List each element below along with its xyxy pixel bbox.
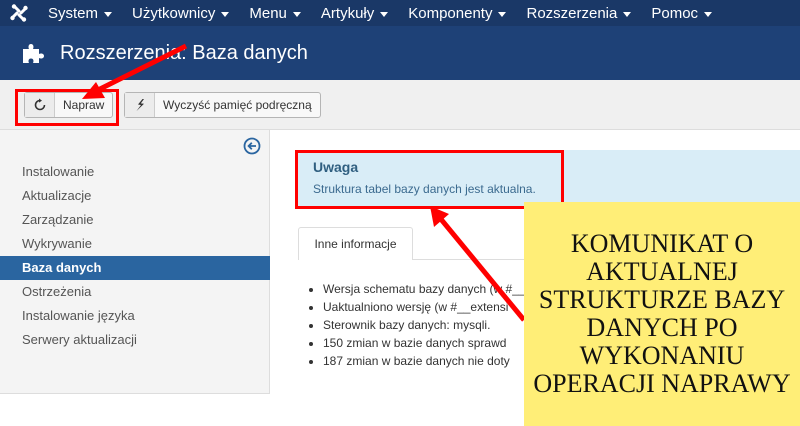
nav-label: Menu: [249, 4, 287, 22]
sidebar-item-install[interactable]: Instalowanie: [0, 160, 270, 184]
highlight-fix-button: [15, 89, 119, 126]
list-item: Uaktualniono wersję (w #__extensi: [323, 298, 526, 316]
annotation-callout: KOMUNIKAT O AKTUALNEJ STRUKTURZE BAZY DA…: [524, 202, 800, 426]
caret-down-icon: [292, 11, 301, 17]
circle-arrow-left-icon[interactable]: [243, 137, 261, 155]
info-list: Wersja schematu bazy danych (w #__ Uaktu…: [323, 280, 526, 370]
nav-label: Komponenty: [408, 4, 493, 22]
list-item: Sterownik bazy danych: mysqli.: [323, 316, 526, 334]
flash-icon: [125, 93, 155, 117]
callout-text: KOMUNIKAT O AKTUALNEJ STRUKTURZE BAZY DA…: [533, 229, 791, 398]
top-navbar: System Użytkownicy Menu Artykuły Kompone…: [0, 0, 800, 26]
caret-down-icon: [221, 11, 230, 17]
caret-down-icon: [704, 11, 713, 17]
puzzle-icon: [23, 44, 44, 63]
page: System Użytkownicy Menu Artykuły Kompone…: [0, 0, 800, 426]
nav-components[interactable]: Komponenty: [398, 0, 516, 26]
nav-help[interactable]: Pomoc: [641, 0, 722, 26]
list-item: 187 zmian w bazie danych nie doty: [323, 352, 526, 370]
caret-down-icon: [498, 11, 507, 17]
clear-cache-button[interactable]: Wyczyść pamięć podręczną: [124, 92, 321, 118]
sidebar-item-warnings[interactable]: Ostrzeżenia: [0, 280, 270, 304]
nav-label: Użytkownicy: [132, 4, 216, 22]
nav-label: Artykuły: [320, 4, 375, 22]
sidebar-item-database[interactable]: Baza danych: [0, 256, 270, 280]
sidebar-menu: Instalowanie Aktualizacje Zarządzanie Wy…: [0, 160, 270, 352]
caret-down-icon: [104, 11, 113, 17]
sidebar-item-discover[interactable]: Wykrywanie: [0, 232, 270, 256]
highlight-alert: [295, 150, 564, 209]
sidebar-item-manage[interactable]: Zarządzanie: [0, 208, 270, 232]
nav-articles[interactable]: Artykuły: [311, 0, 398, 26]
caret-down-icon: [623, 11, 632, 17]
toolbar: Napraw Wyczyść pamięć podręczną: [0, 80, 800, 130]
nav-label: Rozszerzenia: [526, 4, 618, 22]
page-header: Rozszerzenia: Baza danych: [0, 26, 800, 80]
sidebar-item-languages[interactable]: Instalowanie języka: [0, 304, 270, 328]
nav-system[interactable]: System: [38, 0, 122, 26]
nav-users[interactable]: Użytkownicy: [122, 0, 239, 26]
joomla-logo-icon[interactable]: [0, 0, 38, 26]
clear-cache-button-label: Wyczyść pamięć podręczną: [163, 98, 312, 112]
list-item: 150 zmian w bazie danych sprawd: [323, 334, 526, 352]
nav-label: Pomoc: [651, 4, 699, 22]
sidebar-item-update-sites[interactable]: Serwery aktualizacji: [0, 328, 270, 352]
caret-down-icon: [380, 11, 389, 17]
nav-menu[interactable]: Menu: [239, 0, 311, 26]
page-title: Rozszerzenia: Baza danych: [60, 42, 308, 64]
sidebar: Instalowanie Aktualizacje Zarządzanie Wy…: [0, 130, 270, 394]
tab-other-info[interactable]: Inne informacje: [298, 227, 413, 260]
nav-extensions[interactable]: Rozszerzenia: [516, 0, 641, 26]
nav-label: System: [48, 4, 99, 22]
arrowhead-alert: [430, 206, 449, 227]
sidebar-item-update[interactable]: Aktualizacje: [0, 184, 270, 208]
list-item: Wersja schematu bazy danych (w #__: [323, 280, 526, 298]
